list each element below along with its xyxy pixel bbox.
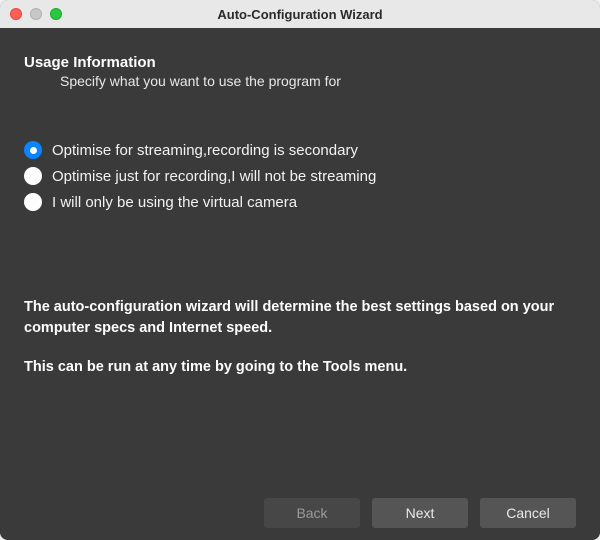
- radio-icon: [24, 167, 42, 185]
- info-block: The auto-configuration wizard will deter…: [24, 297, 576, 378]
- window-title: Auto-Configuration Wizard: [0, 7, 600, 22]
- back-button: Back: [264, 498, 360, 528]
- page-subtitle: Specify what you want to use the program…: [60, 73, 576, 89]
- info-text-1: The auto-configuration wizard will deter…: [24, 297, 576, 339]
- wizard-content: Usage Information Specify what you want …: [0, 28, 600, 540]
- maximize-icon[interactable]: [50, 8, 62, 20]
- radio-option-recording[interactable]: Optimise just for recording,I will not b…: [24, 167, 576, 185]
- minimize-icon: [30, 8, 42, 20]
- wizard-footer: Back Next Cancel: [24, 488, 576, 528]
- radio-option-virtual-camera[interactable]: I will only be using the virtual camera: [24, 193, 576, 211]
- wizard-window: Auto-Configuration Wizard Usage Informat…: [0, 0, 600, 540]
- radio-icon: [24, 141, 42, 159]
- radio-label: I will only be using the virtual camera: [52, 194, 297, 211]
- radio-icon: [24, 193, 42, 211]
- titlebar: Auto-Configuration Wizard: [0, 0, 600, 28]
- traffic-lights: [10, 8, 62, 20]
- next-button[interactable]: Next: [372, 498, 468, 528]
- radio-option-streaming[interactable]: Optimise for streaming,recording is seco…: [24, 141, 576, 159]
- usage-radio-group: Optimise for streaming,recording is seco…: [24, 141, 576, 211]
- close-icon[interactable]: [10, 8, 22, 20]
- info-text-2: This can be run at any time by going to …: [24, 357, 576, 378]
- radio-label: Optimise for streaming,recording is seco…: [52, 142, 358, 159]
- page-title: Usage Information: [24, 54, 576, 71]
- radio-label: Optimise just for recording,I will not b…: [52, 168, 376, 185]
- cancel-button[interactable]: Cancel: [480, 498, 576, 528]
